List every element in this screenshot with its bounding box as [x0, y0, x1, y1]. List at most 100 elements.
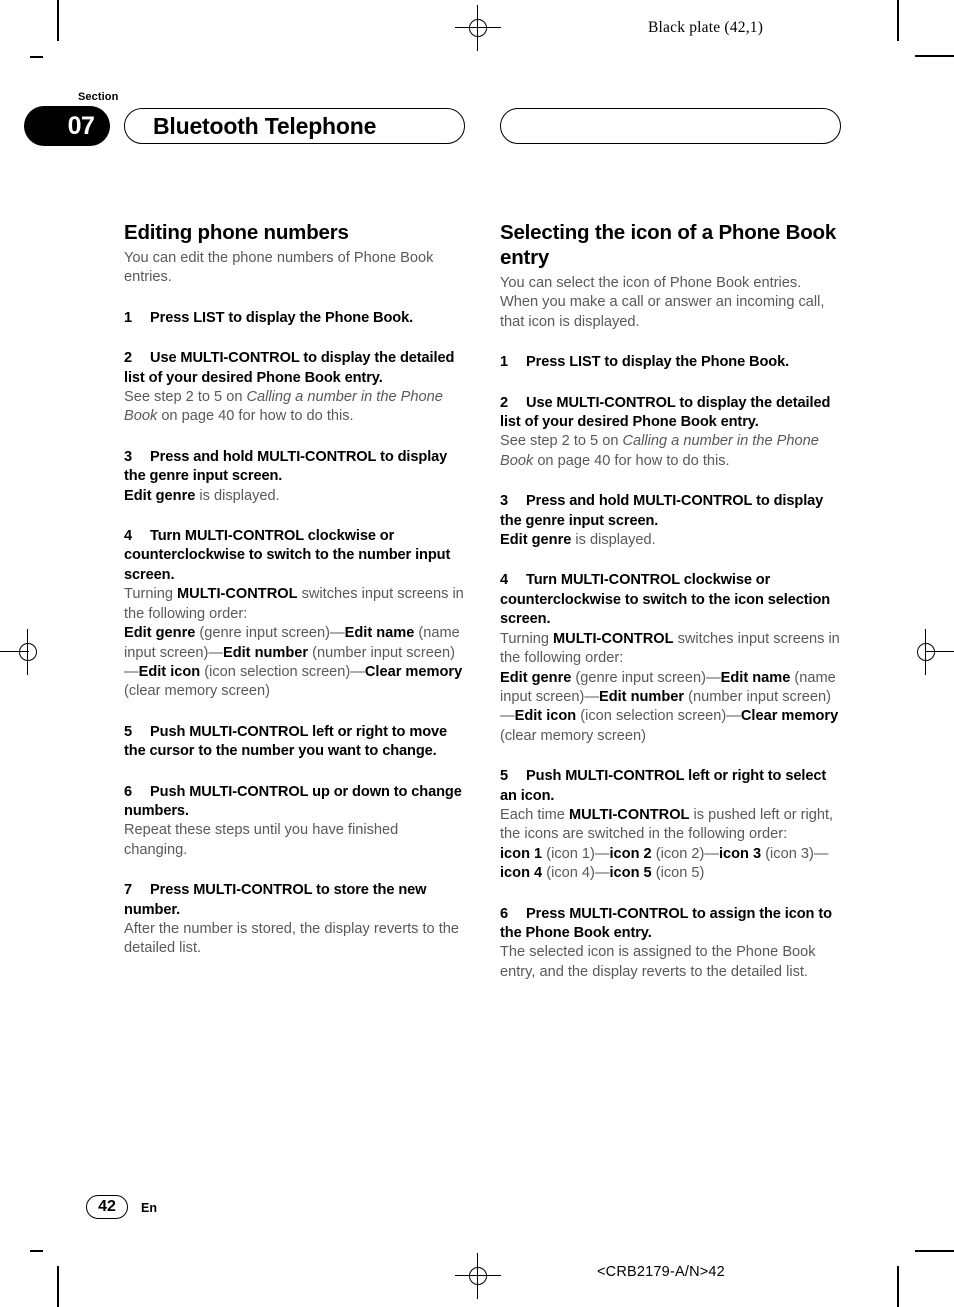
r-order-term-1: Edit genre	[500, 669, 572, 686]
right-step-5-body-pre: Each time	[500, 806, 569, 823]
language-code: En	[141, 1201, 157, 1215]
left-step-4-text: Turn MULTI-CONTROL clockwise or counterc…	[124, 528, 451, 583]
right-step-6-number: 6	[500, 905, 509, 922]
left-step-5-number: 5	[124, 723, 133, 740]
chapter-title-pill: Bluetooth Telephone	[124, 108, 465, 144]
registration-mark-left-center	[0, 629, 41, 675]
left-step-7-head: 7 Press MULTI-CONTROL to store the new nu…	[124, 881, 465, 920]
left-heading: Editing phone numbers	[124, 221, 349, 244]
icon-order-term-1: icon 1	[500, 845, 543, 862]
right-step-5-text: Push MULTI-CONTROL left or right to sele…	[500, 768, 827, 804]
section-number-badge: 07	[24, 106, 110, 146]
left-step-4-order: Edit genre (genre input screen)—Edit nam…	[124, 624, 465, 702]
r-order-paren-5: (clear memory screen)	[500, 727, 646, 744]
right-step-4-body-bold: MULTI-CONTROL	[553, 630, 674, 647]
right-step-2-head: 2 Use MULTI-CONTROL to display the detail…	[500, 394, 841, 433]
right-step-3-body-bold: Edit genre	[500, 532, 572, 549]
left-step-5-text: Push MULTI-CONTROL left or right to move…	[124, 723, 448, 760]
right-step-4-order: Edit genre (genre input screen)—Edit nam…	[500, 669, 841, 747]
left-step-3-body-post: is displayed.	[195, 487, 280, 504]
left-step-5: 5 Push MULTI-CONTROL left or right to mov…	[124, 723, 465, 762]
left-step-6-text: Push MULTI-CONTROL up or down to change …	[124, 783, 462, 819]
crop-mark-bottom-left-horizontal	[30, 1250, 43, 1252]
icon-order-term-4: icon 4	[500, 865, 543, 882]
icon-order-term-5: icon 5	[609, 865, 652, 882]
left-step-7-body: After the number is stored, the display …	[124, 920, 460, 957]
left-step-3-head: 3 Press and hold MULTI-CONTROL to display…	[124, 448, 465, 487]
right-step-1-number: 1	[500, 354, 509, 371]
black-plate-label: Black plate (42,1)	[648, 19, 764, 36]
left-step-1-number: 1	[124, 309, 133, 326]
left-step-2-body: See step 2 to 5 on Calling a number in t…	[124, 388, 465, 427]
r-order-term-4: Edit icon	[514, 708, 577, 725]
left-step-7: 7 Press MULTI-CONTROL to store the new nu…	[124, 881, 465, 959]
left-column: Editing phone numbers You can edit the p…	[124, 220, 465, 959]
r-order-term-2: Edit name	[720, 669, 791, 686]
left-step-4-body-pre: Turning	[124, 586, 177, 603]
icon-order-paren-1: (icon 1)—	[542, 845, 610, 862]
left-step-4: 4 Turn MULTI-CONTROL clockwise or counter…	[124, 527, 465, 702]
order-term-1: Edit genre	[124, 625, 196, 642]
left-step-3: 3 Press and hold MULTI-CONTROL to display…	[124, 448, 465, 506]
right-column: Selecting the icon of a Phone Book entry…	[500, 220, 841, 982]
right-step-6-body: The selected icon is assigned to the Pho…	[500, 944, 816, 980]
right-step-3-body-post: is displayed.	[571, 532, 656, 549]
section-label: Section	[78, 91, 119, 103]
r-order-term-5: Clear memory	[740, 708, 839, 725]
page-number-badge: 42	[86, 1195, 128, 1219]
document-code: <CRB2179-A/N>42	[597, 1264, 725, 1280]
left-step-2: 2 Use MULTI-CONTROL to display the detail…	[124, 349, 465, 427]
left-step-4-head: 4 Turn MULTI-CONTROL clockwise or counter…	[124, 527, 465, 585]
icon-order-paren-4: (icon 4)—	[542, 865, 610, 882]
right-step-2: 2 Use MULTI-CONTROL to display the detail…	[500, 394, 841, 472]
left-step-2-head: 2 Use MULTI-CONTROL to display the detail…	[124, 349, 465, 388]
left-step-7-number: 7	[124, 882, 133, 899]
left-step-3-text: Press and hold MULTI-CONTROL to display …	[124, 448, 448, 485]
header-empty-pill	[500, 108, 841, 144]
right-step-5-icon-order: icon 1 (icon 1)—icon 2 (icon 2)—icon 3 (…	[500, 845, 841, 884]
right-step-6-text: Press MULTI-CONTROL to assign the icon t…	[500, 905, 832, 941]
order-paren-1: (genre input screen)—	[195, 625, 345, 642]
left-step-6-number: 6	[124, 783, 133, 800]
right-step-3-body: Edit genre is displayed.	[500, 531, 841, 550]
left-step-4-number: 4	[124, 528, 133, 545]
icon-order-paren-3: (icon 3)—	[761, 845, 829, 862]
right-step-1-text: Press LIST to display the Phone Book.	[526, 354, 790, 371]
r-order-paren-4: (icon selection screen)—	[576, 708, 741, 725]
right-step-4-number: 4	[500, 572, 509, 589]
right-step-4-head: 4 Turn MULTI-CONTROL clockwise or counter…	[500, 571, 841, 629]
right-step-6: 6 Press MULTI-CONTROL to assign the icon …	[500, 905, 841, 983]
order-paren-4: (icon selection screen)—	[200, 663, 365, 680]
order-term-4: Edit icon	[138, 663, 201, 680]
crop-mark-top-left-vertical	[57, 0, 59, 41]
right-step-6-head: 6 Press MULTI-CONTROL to assign the icon …	[500, 905, 841, 944]
right-step-2-body: See step 2 to 5 on Calling a number in t…	[500, 432, 841, 471]
left-step-2-number: 2	[124, 350, 133, 367]
right-step-5: 5 Push MULTI-CONTROL left or right to sel…	[500, 767, 841, 883]
right-step-4-text: Turn MULTI-CONTROL clockwise or counterc…	[500, 572, 831, 628]
right-step-2-body-pre: See step 2 to 5 on	[500, 433, 623, 450]
crop-mark-bottom-right-vertical	[897, 1266, 899, 1307]
right-heading: Selecting the icon of a Phone Book entry	[500, 221, 837, 269]
section-number: 07	[67, 111, 95, 140]
left-step-1-head: 1 Press LIST to display the Phone Book.	[124, 309, 465, 328]
right-step-3: 3 Press and hold MULTI-CONTROL to display…	[500, 492, 841, 550]
crop-mark-bottom-right-horizontal	[915, 1250, 954, 1252]
left-step-4-body-bold: MULTI-CONTROL	[177, 586, 298, 603]
left-step-3-number: 3	[124, 448, 133, 465]
right-step-5-body: Each time MULTI-CONTROL is pushed left o…	[500, 806, 841, 845]
left-step-2-body-pre: See step 2 to 5 on	[124, 389, 247, 406]
left-step-1: 1 Press LIST to display the Phone Book.	[124, 309, 465, 328]
right-step-1-head: 1 Press LIST to display the Phone Book.	[500, 353, 841, 372]
order-term-5: Clear memory	[364, 663, 463, 680]
right-step-3-number: 3	[500, 493, 509, 510]
left-intro: You can edit the phone numbers of Phone …	[124, 250, 434, 286]
order-term-2: Edit name	[344, 625, 415, 642]
left-step-1-text: Press LIST to display the Phone Book.	[150, 309, 414, 326]
crop-mark-bottom-left-vertical	[57, 1266, 59, 1307]
registration-mark-bottom-center	[455, 1253, 501, 1299]
left-step-3-body-bold: Edit genre	[124, 487, 196, 504]
right-step-2-body-post: on page 40 for how to do this.	[533, 452, 730, 469]
crop-mark-top-right-vertical	[897, 0, 899, 41]
icon-order-paren-5: (icon 5)	[651, 865, 705, 882]
